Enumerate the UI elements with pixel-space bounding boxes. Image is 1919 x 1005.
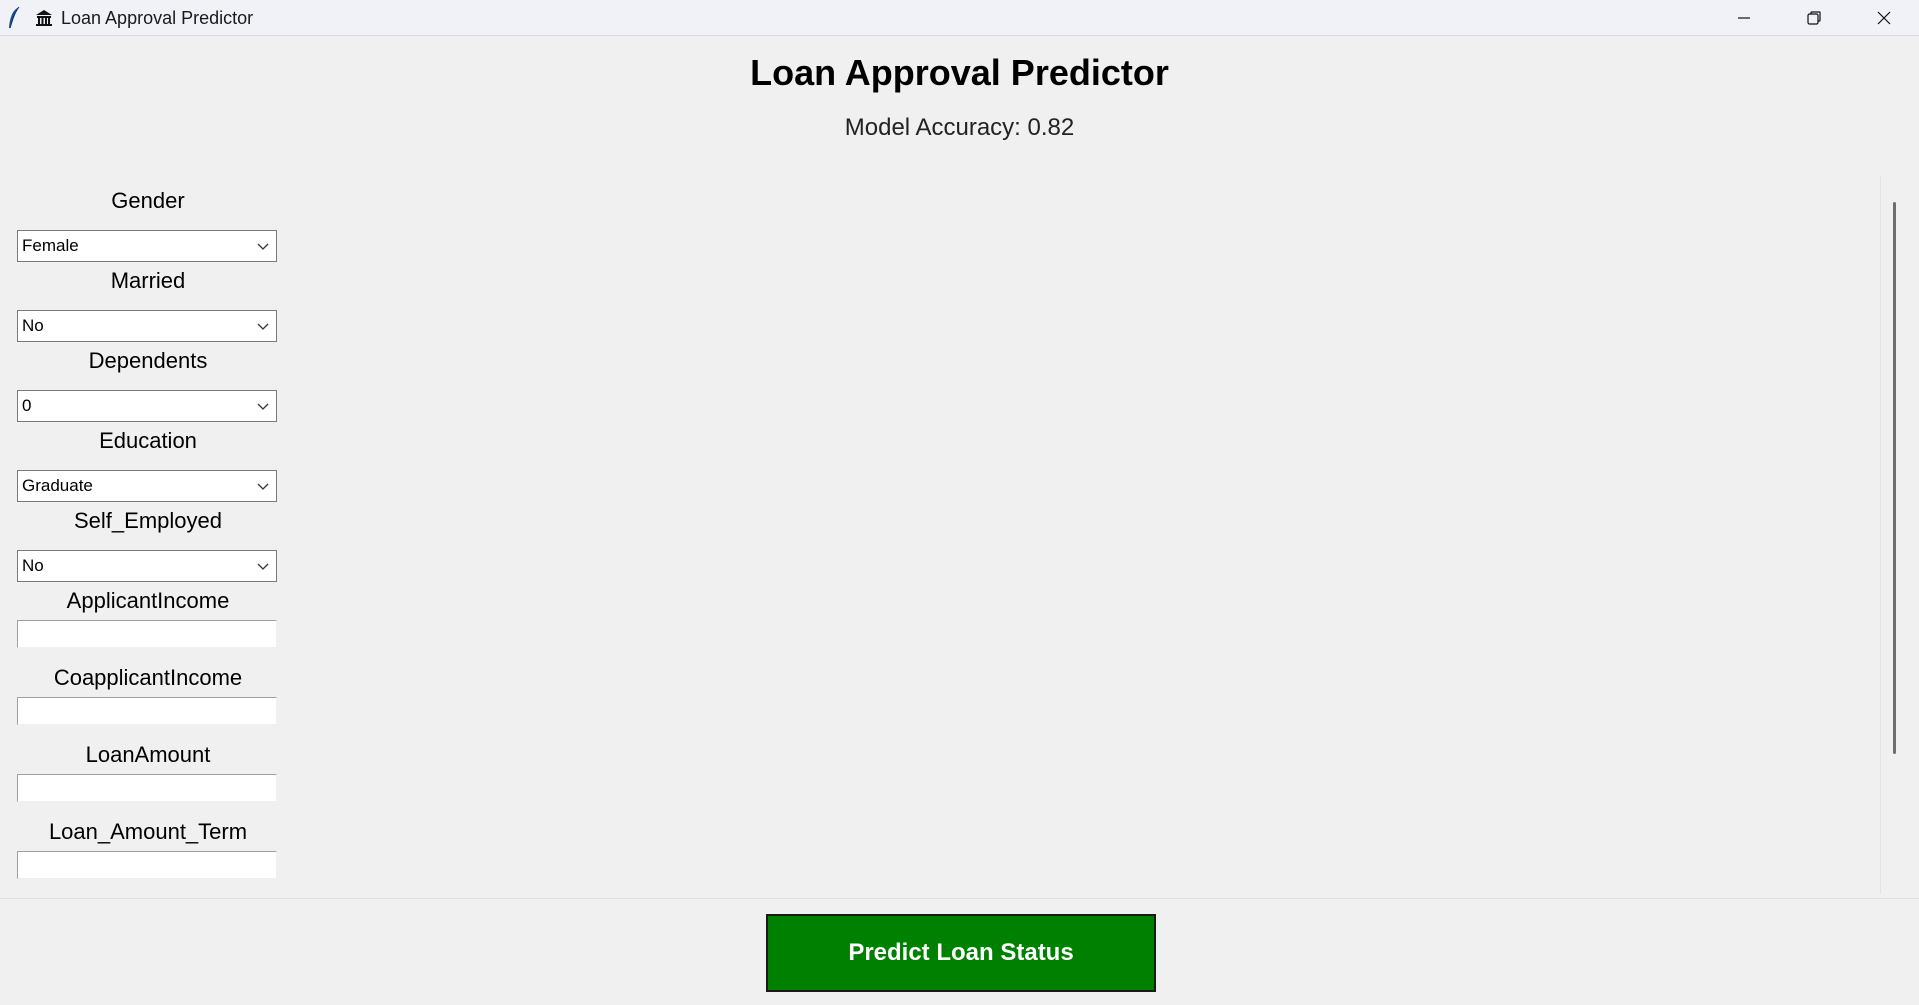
loan-amount-term-label: Loan_Amount_Term (48, 819, 248, 844)
applicant-income-label: ApplicantIncome (66, 588, 230, 613)
education-select[interactable]: Graduate (17, 470, 277, 502)
bank-icon (35, 9, 53, 27)
education-value: Graduate (22, 476, 93, 495)
scrollbar-track[interactable] (1880, 176, 1885, 894)
scrollbar-thumb[interactable] (1893, 202, 1896, 754)
gender-value: Female (22, 236, 79, 255)
coapplicant-income-input[interactable] (17, 697, 277, 725)
dependents-label: Dependents (88, 348, 208, 373)
dependents-field: Dependents 0 (17, 348, 279, 422)
married-value: No (22, 316, 44, 335)
chevron-down-icon (256, 240, 270, 252)
dependents-select[interactable]: 0 (17, 390, 277, 422)
form-panel: Gender Female Married No Dependents 0 Ed… (0, 176, 1882, 894)
minimize-button[interactable] (1709, 0, 1779, 36)
loan-amount-input[interactable] (17, 774, 277, 802)
coapplicant-income-field: CoapplicantIncome (17, 665, 279, 725)
divider (0, 898, 1919, 899)
chevron-down-icon (256, 560, 270, 572)
chevron-down-icon (256, 320, 270, 332)
minimize-icon (1736, 10, 1752, 26)
restore-button[interactable] (1779, 0, 1849, 36)
applicant-income-input[interactable] (17, 620, 277, 648)
self-employed-select[interactable]: No (17, 550, 277, 582)
education-field: Education Graduate (17, 428, 279, 502)
dependents-value: 0 (22, 396, 32, 415)
chevron-down-icon (256, 480, 270, 492)
married-label: Married (110, 268, 186, 293)
predict-loan-status-button[interactable]: Predict Loan Status (766, 914, 1156, 992)
window-title: Loan Approval Predictor (61, 8, 254, 28)
self-employed-field: Self_Employed No (17, 508, 279, 582)
model-accuracy-label: Model Accuracy: 0.82 (844, 114, 1075, 141)
coapplicant-income-label: CoapplicantIncome (53, 665, 243, 690)
married-select[interactable]: No (17, 310, 277, 342)
gender-select[interactable]: Female (17, 230, 277, 262)
loan-amount-field: LoanAmount (17, 742, 279, 802)
loan-amount-label: LoanAmount (85, 742, 211, 767)
loan-amount-term-input[interactable] (17, 851, 277, 879)
restore-icon (1806, 10, 1822, 26)
loan-amount-term-field: Loan_Amount_Term (17, 819, 279, 879)
applicant-income-field: ApplicantIncome (17, 588, 279, 648)
married-field: Married No (17, 268, 279, 342)
gender-label: Gender (111, 188, 185, 213)
self-employed-value: No (22, 556, 44, 575)
close-icon (1876, 10, 1892, 26)
self-employed-label: Self_Employed (74, 508, 222, 533)
title-bar: Loan Approval Predictor (0, 0, 1919, 36)
education-label: Education (99, 428, 197, 453)
gender-field: Gender Female (17, 188, 279, 262)
page-title: Loan Approval Predictor (750, 52, 1169, 93)
close-button[interactable] (1849, 0, 1919, 36)
chevron-down-icon (256, 400, 270, 412)
app-window: Loan Approval Predictor Loan Approval Pr… (0, 0, 1919, 1005)
feather-icon (6, 6, 22, 30)
